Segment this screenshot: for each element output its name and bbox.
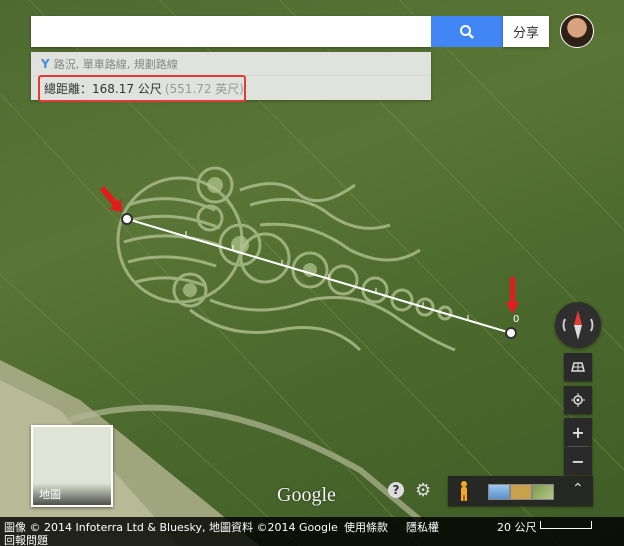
report-problem-link[interactable]: 回報問題 [4, 532, 48, 546]
satellite-map[interactable]: 0 分享 Y 路況, 單車路線, 規劃路線 總距離：168.17 公尺 (551… [0, 0, 624, 546]
my-location-button[interactable] [564, 386, 592, 414]
map-type-thumbnail[interactable]: 地圖 [31, 425, 113, 507]
thumbnail-label: 地圖 [33, 483, 111, 505]
distance-secondary: (551.72 英尺) [164, 82, 244, 96]
terms-link[interactable]: 使用條款 [344, 519, 388, 535]
search-button[interactable] [431, 16, 503, 47]
compass-icon [562, 310, 594, 340]
avatar[interactable] [560, 14, 594, 48]
zoom-out-button[interactable]: − [564, 447, 592, 475]
route-hint-row[interactable]: Y 路況, 單車路線, 規劃路線 [41, 56, 178, 72]
imagery-layer-terrain[interactable] [532, 484, 554, 500]
gear-icon[interactable]: ⚙ [415, 480, 431, 501]
imagery-layer-field[interactable] [510, 484, 532, 500]
scale-bar [540, 521, 592, 529]
attribution-text: 圖像 © 2014 Infoterra Ltd & Bluesky, 地圖資料 … [4, 521, 338, 534]
help-icon[interactable]: ? [388, 482, 404, 498]
distance-readout: 總距離：168.17 公尺 (551.72 英尺) [38, 75, 246, 102]
pegman-icon[interactable] [458, 480, 470, 502]
expand-icon[interactable]: ⌃ [572, 481, 584, 497]
privacy-link[interactable]: 隱私權 [406, 519, 439, 535]
compass-control[interactable] [555, 302, 601, 348]
svg-text:0: 0 [513, 314, 519, 325]
imagery-layer-sky[interactable] [488, 484, 510, 500]
footer-bar: 圖像 © 2014 Infoterra Ltd & Bluesky, 地圖資料 … [0, 517, 624, 546]
route-icon: Y [41, 57, 50, 71]
google-logo: Google [277, 484, 336, 506]
zoom-in-button[interactable]: + [564, 418, 592, 446]
route-hint-text: 路況, 單車路線, 規劃路線 [53, 58, 178, 71]
location-icon [571, 393, 585, 407]
scale-label: 20 公尺 [497, 521, 537, 534]
imagery-toolbar: ⌃ [448, 476, 593, 506]
search-input[interactable] [31, 16, 431, 47]
tilt-icon [571, 362, 585, 372]
search-icon [460, 24, 474, 39]
distance-label: 總距離：168.17 公尺 [44, 82, 162, 96]
share-button[interactable]: 分享 [503, 16, 549, 47]
tilt-button[interactable] [564, 353, 592, 381]
